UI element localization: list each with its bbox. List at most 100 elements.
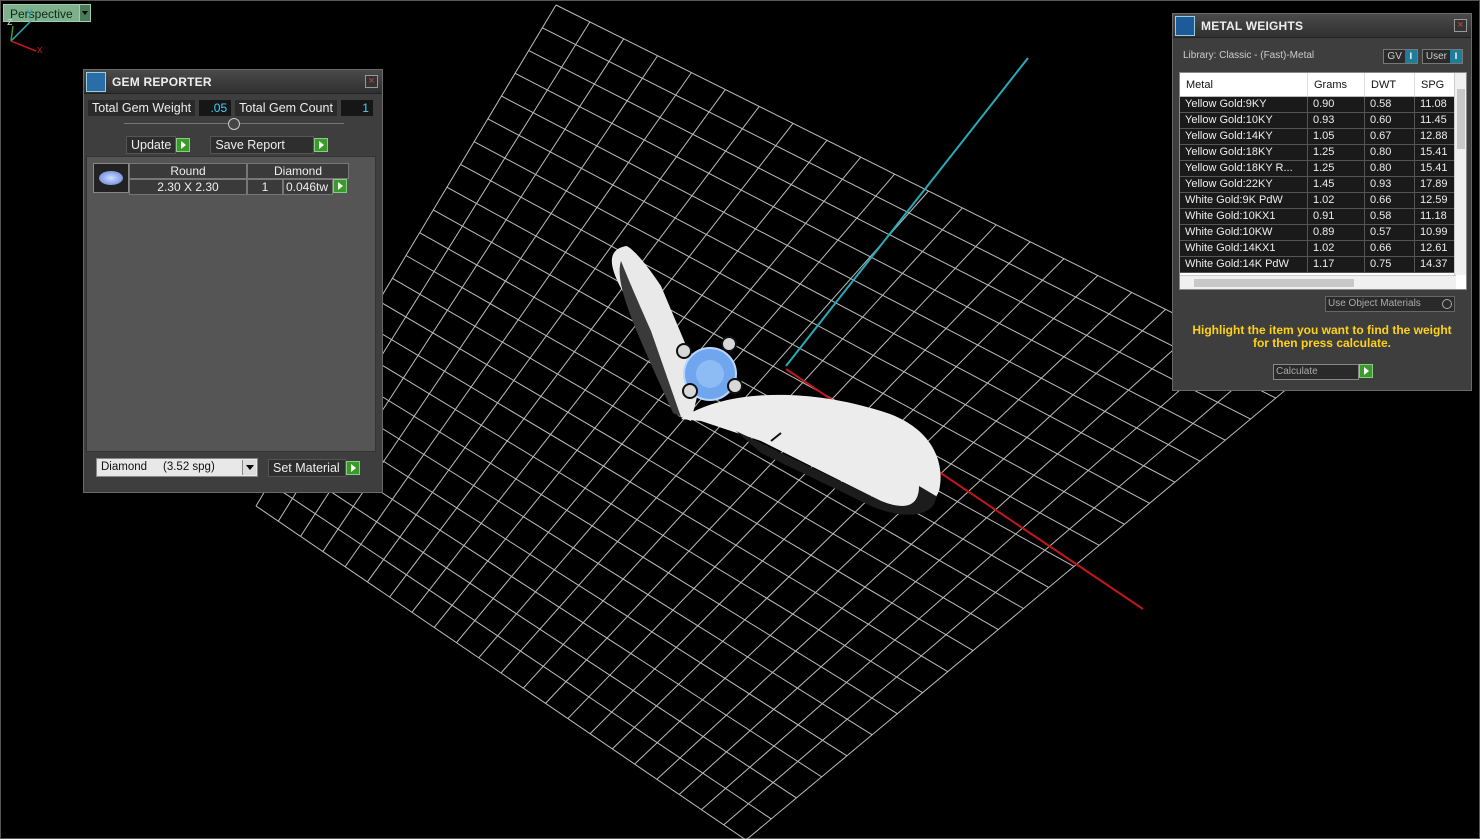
table-cell: 12.59 <box>1415 193 1455 208</box>
gem-list-item[interactable]: Round Diamond 2.30 X 2.30 1 0.046tw <box>93 163 349 195</box>
table-cell: Yellow Gold:10KY <box>1180 113 1308 128</box>
horizontal-scrollbar[interactable] <box>1180 275 1456 289</box>
calculate-label: Calculate <box>1273 364 1359 380</box>
column-header[interactable]: Grams <box>1308 73 1365 96</box>
play-icon[interactable] <box>176 138 191 152</box>
grid-line <box>269 482 772 820</box>
table-row[interactable]: Yellow Gold:18KY 1.25 0.80 15.41 <box>1180 145 1466 161</box>
grid-line <box>255 505 746 839</box>
info-icon[interactable]: I <box>1404 50 1417 63</box>
table-cell: Yellow Gold:9KY <box>1180 97 1308 112</box>
radio-icon[interactable] <box>1442 299 1452 309</box>
table-cell: Yellow Gold:18KY R... <box>1180 161 1308 176</box>
column-header[interactable]: Metal <box>1180 73 1308 96</box>
table-row[interactable]: Yellow Gold:10KY 0.93 0.60 11.45 <box>1180 113 1466 129</box>
table-cell: 12.61 <box>1415 241 1455 256</box>
chevron-down-icon[interactable] <box>79 4 91 22</box>
table-cell: 14.37 <box>1415 257 1455 272</box>
table-cell: 1.45 <box>1308 177 1365 192</box>
table-cell: 1.05 <box>1308 129 1365 144</box>
size-slider[interactable] <box>124 118 344 130</box>
table-row[interactable]: Yellow Gold:14KY 1.05 0.67 12.88 <box>1180 129 1466 145</box>
set-material-button[interactable]: Set Material <box>268 458 360 477</box>
prong-2 <box>721 336 737 352</box>
round-gem-icon <box>99 171 123 185</box>
table-row[interactable]: White Gold:9K PdW 1.02 0.66 12.59 <box>1180 193 1466 209</box>
update-label: Update <box>126 136 177 154</box>
table-cell: 0.67 <box>1365 129 1415 144</box>
gv-toggle[interactable]: GV I <box>1383 49 1418 64</box>
play-icon[interactable] <box>314 138 329 152</box>
total-gem-count-value: 1 <box>340 100 373 116</box>
metal-weights-title: METAL WEIGHTS <box>1201 18 1304 33</box>
table-cell: 0.80 <box>1365 161 1415 176</box>
prong-1 <box>676 343 692 359</box>
metal-weights-titlebar[interactable]: METAL WEIGHTS × <box>1173 14 1471 38</box>
metal-weights-icon <box>1175 15 1195 36</box>
gem-weight: 0.046tw <box>283 179 333 195</box>
table-cell: 1.02 <box>1308 193 1365 208</box>
set-material-label: Set Material <box>268 458 346 477</box>
table-cell: Yellow Gold:18KY <box>1180 145 1308 160</box>
gem-thumbnail <box>93 163 129 193</box>
gem-size: 2.30 X 2.30 <box>129 179 247 195</box>
table-cell: 0.89 <box>1308 225 1365 240</box>
gem-material: Diamond <box>247 163 349 179</box>
close-icon[interactable]: × <box>365 75 378 88</box>
scroll-thumb[interactable] <box>1194 279 1354 287</box>
gem-reporter-panel: GEM REPORTER × Total Gem Weight .05 Tota… <box>83 69 383 493</box>
table-cell: 12.88 <box>1415 129 1455 144</box>
use-object-materials-toggle[interactable]: Use Object Materials <box>1325 296 1455 312</box>
table-cell: 0.93 <box>1308 113 1365 128</box>
table-cell: 11.08 <box>1415 97 1455 112</box>
library-label: Library: Classic - (Fast)-Metal <box>1183 50 1315 61</box>
metal-table-body: Yellow Gold:9KY 0.90 0.58 11.08 Yellow Gold:… <box>1180 97 1466 273</box>
table-row[interactable]: White Gold:14K PdW 1.17 0.75 14.37 <box>1180 257 1466 273</box>
table-cell: 0.60 <box>1365 113 1415 128</box>
axis-z-label: z <box>7 16 13 28</box>
play-icon[interactable] <box>1359 364 1373 378</box>
chevron-down-icon[interactable] <box>242 460 256 475</box>
table-cell: 15.41 <box>1415 161 1455 176</box>
table-cell: 1.02 <box>1308 241 1365 256</box>
material-select[interactable]: Diamond (3.52 spg) <box>96 458 258 477</box>
totals-row: Total Gem Weight .05 Total Gem Count 1 <box>88 100 378 116</box>
calculate-button[interactable]: Calculate <box>1273 364 1373 380</box>
play-icon[interactable] <box>333 179 347 193</box>
scroll-thumb[interactable] <box>1457 89 1465 149</box>
column-header[interactable]: SPG <box>1415 73 1455 96</box>
update-button[interactable]: Update <box>126 136 191 154</box>
slider-knob[interactable] <box>228 118 240 130</box>
close-icon[interactable]: × <box>1454 19 1467 32</box>
column-header[interactable]: DWT <box>1365 73 1415 96</box>
table-cell: 17.89 <box>1415 177 1455 192</box>
total-gem-count-label: Total Gem Count <box>235 100 337 116</box>
table-cell: 0.93 <box>1365 177 1415 192</box>
vertical-scrollbar[interactable] <box>1454 73 1466 275</box>
axis-indicator: y x z <box>7 6 43 56</box>
table-row[interactable]: Yellow Gold:18KY R... 1.25 0.80 15.41 <box>1180 161 1466 177</box>
table-row[interactable]: White Gold:10KX1 0.91 0.58 11.18 <box>1180 209 1466 225</box>
info-icon[interactable]: I <box>1450 50 1462 63</box>
grid-line <box>351 346 923 694</box>
metal-table[interactable]: Metal Grams DWT SPG Yellow Gold:9KY 0.90 0.58… <box>1179 72 1467 290</box>
table-row[interactable]: Yellow Gold:22KY 1.45 0.93 17.89 <box>1180 177 1466 193</box>
table-cell: White Gold:14K PdW <box>1180 257 1308 272</box>
gem-reporter-title: GEM REPORTER <box>112 74 212 89</box>
table-cell: 11.45 <box>1415 113 1455 128</box>
table-cell: 0.91 <box>1308 209 1365 224</box>
use-object-materials-label: Use Object Materials <box>1328 298 1421 309</box>
prong-3 <box>682 383 698 399</box>
play-icon[interactable] <box>346 460 360 475</box>
table-row[interactable]: White Gold:14KX1 1.02 0.66 12.61 <box>1180 241 1466 257</box>
user-label: User <box>1425 51 1447 62</box>
table-row[interactable]: White Gold:10KW 0.89 0.57 10.99 <box>1180 225 1466 241</box>
table-cell: Yellow Gold:14KY <box>1180 129 1308 144</box>
table-cell: 0.57 <box>1365 225 1415 240</box>
table-row[interactable]: Yellow Gold:9KY 0.90 0.58 11.08 <box>1180 97 1466 113</box>
gem-reporter-icon <box>86 71 106 92</box>
user-toggle[interactable]: User I <box>1421 49 1463 64</box>
table-cell: 1.25 <box>1308 161 1365 176</box>
save-report-button[interactable]: Save Report <box>210 136 329 154</box>
gem-reporter-titlebar[interactable]: GEM REPORTER × <box>84 70 382 94</box>
